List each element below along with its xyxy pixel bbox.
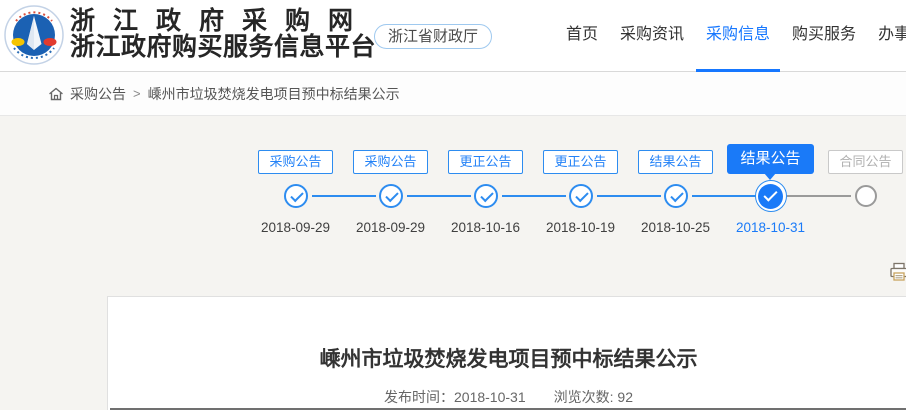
site-logo-icon xyxy=(3,4,65,66)
site-title: 浙江政府采购网 xyxy=(70,8,380,34)
publish-time: 发布时间：2018-10-31 xyxy=(384,387,526,407)
timeline-step: 采购公告 2018-09-29 xyxy=(248,142,343,235)
step-date: 2018-10-16 xyxy=(451,220,520,235)
breadcrumb: 采购公告 > 嵊州市垃圾焚烧发电项目预中标结果公示 xyxy=(48,84,400,104)
check-circle-icon xyxy=(664,184,688,208)
meta-gap xyxy=(526,387,554,407)
nav-item-home[interactable]: 首页 xyxy=(556,0,608,72)
publish-time-label: 发布时间： xyxy=(384,389,454,405)
timeline-step-pending: 合同公告 xyxy=(818,142,906,235)
check-circle-icon xyxy=(569,184,593,208)
step-button-contract[interactable]: 合同公告 xyxy=(828,150,902,174)
step-date: 2018-10-25 xyxy=(641,220,710,235)
home-icon xyxy=(48,86,64,102)
timeline-step: 结果公告 2018-10-25 xyxy=(628,142,723,235)
timeline-step: 更正公告 2018-10-19 xyxy=(533,142,628,235)
site-header: 浙江政府采购网 浙江政府购买服务信息平台 浙江省财政厅 首页 采购资讯 采购信息… xyxy=(0,0,906,72)
main-nav: 首页 采购资讯 采购信息 购买服务 办事指南 xyxy=(556,0,906,72)
site-titles: 浙江政府采购网 浙江政府购买服务信息平台 xyxy=(70,8,380,61)
timeline-step: 采购公告 2018-09-29 xyxy=(343,142,438,235)
article-title: 嵊州市垃圾焚烧发电项目预中标结果公示 xyxy=(108,343,906,373)
empty-circle-icon xyxy=(855,185,877,207)
article-card: 嵊州市垃圾焚烧发电项目预中标结果公示 发布时间：2018-10-31 浏览次数:… xyxy=(107,296,906,410)
step-button-correction-2[interactable]: 更正公告 xyxy=(543,150,617,174)
step-button-result-1[interactable]: 结果公告 xyxy=(638,150,712,174)
breadcrumb-separator: > xyxy=(133,86,141,101)
check-circle-filled-icon xyxy=(758,184,783,209)
site-subtitle: 浙江政府购买服务信息平台 xyxy=(70,34,380,61)
step-button-procurement-2[interactable]: 采购公告 xyxy=(353,150,427,174)
breadcrumb-current: 嵊州市垃圾焚烧发电项目预中标结果公示 xyxy=(148,84,400,104)
step-date: 2018-09-29 xyxy=(356,220,425,235)
finance-dept-badge: 浙江省财政厅 xyxy=(374,24,492,49)
view-count-label: 浏览次数: xyxy=(554,389,614,405)
step-date: 2018-10-19 xyxy=(546,220,615,235)
announcement-timeline: 采购公告 2018-09-29 采购公告 2018-09-29 更正公告 201… xyxy=(248,142,906,235)
check-circle-icon xyxy=(474,184,498,208)
step-button-correction-1[interactable]: 更正公告 xyxy=(448,150,522,174)
nav-item-purchase-services[interactable]: 购买服务 xyxy=(782,0,866,72)
step-button-procurement-1[interactable]: 采购公告 xyxy=(258,150,332,174)
page: 浙江政府采购网 浙江政府购买服务信息平台 浙江省财政厅 首页 采购资讯 采购信息… xyxy=(0,0,906,410)
publish-time-value: 2018-10-31 xyxy=(454,389,526,405)
printer-icon[interactable] xyxy=(889,261,906,283)
check-circle-icon xyxy=(379,184,403,208)
nav-item-procurement-news[interactable]: 采购资讯 xyxy=(610,0,694,72)
nav-item-service-guide[interactable]: 办事指南 xyxy=(868,0,906,72)
article-meta: 发布时间：2018-10-31 浏览次数: 92 xyxy=(108,387,906,407)
timeline-step-active: 结果公告 2018-10-31 xyxy=(723,142,818,235)
step-date: 2018-10-31 xyxy=(736,220,805,235)
nav-item-procurement-info[interactable]: 采购信息 xyxy=(696,0,780,72)
step-button-result-2-active[interactable]: 结果公告 xyxy=(727,144,813,174)
view-count-value: 92 xyxy=(617,389,633,405)
active-ring xyxy=(755,180,787,212)
check-circle-icon xyxy=(284,184,308,208)
timeline-step: 更正公告 2018-10-16 xyxy=(438,142,533,235)
step-date: 2018-09-29 xyxy=(261,220,330,235)
breadcrumb-bar: 采购公告 > 嵊州市垃圾焚烧发电项目预中标结果公示 xyxy=(0,72,906,116)
breadcrumb-root-link[interactable]: 采购公告 xyxy=(70,84,126,104)
view-count: 浏览次数: 92 xyxy=(554,387,633,407)
content-background: 采购公告 2018-09-29 采购公告 2018-09-29 更正公告 201… xyxy=(0,116,906,410)
